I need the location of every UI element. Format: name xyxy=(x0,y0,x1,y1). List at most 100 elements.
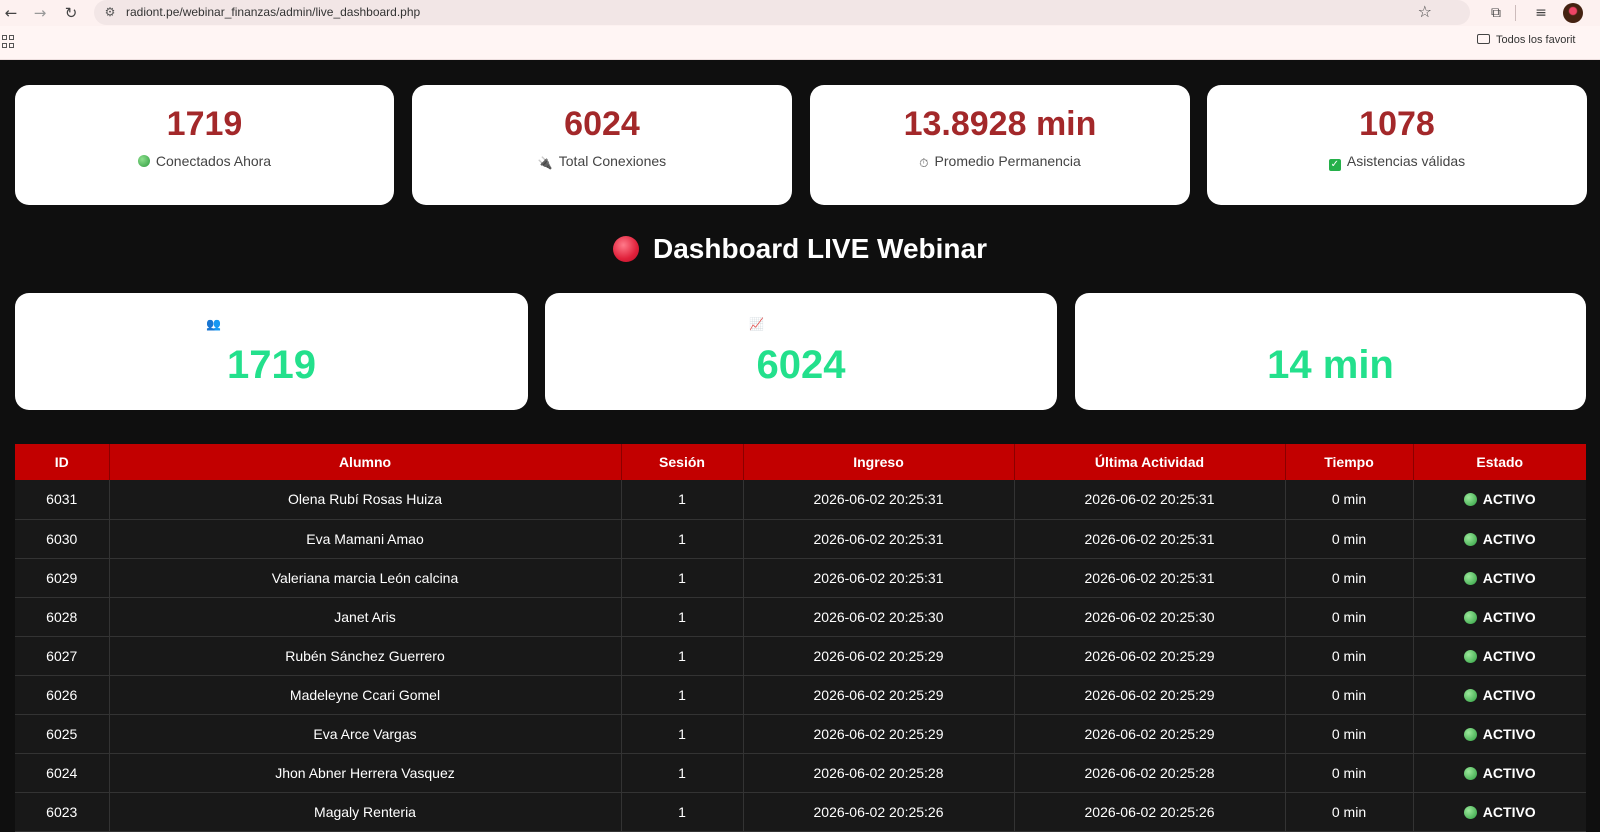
cell-last-activity: 2026-06-02 20:25:31 xyxy=(1014,519,1286,559)
cell-time: 0 min xyxy=(1285,480,1414,520)
url-text[interactable]: radiont.pe/webinar_finanzas/admin/live_d… xyxy=(126,5,420,19)
plug-icon: 🔌 xyxy=(537,156,553,170)
green-circle-icon xyxy=(1463,805,1477,819)
status-badge: ACTIVO xyxy=(1482,764,1536,781)
status-badge: ACTIVO xyxy=(1482,530,1536,547)
column-header-login: Ingreso xyxy=(743,444,1015,480)
stat-value: 13.8928 min xyxy=(903,105,1097,143)
green-circle-icon xyxy=(1463,688,1477,702)
green-circle-icon xyxy=(137,155,150,167)
check-mark-icon: ✓ xyxy=(1328,159,1341,171)
cell-status: ACTIVO xyxy=(1413,753,1586,793)
forward-arrow-icon[interactable]: → xyxy=(30,3,50,23)
cell-status: ACTIVO xyxy=(1413,792,1586,832)
cell-status: ACTIVO xyxy=(1413,558,1586,598)
cell-id: 6030 xyxy=(15,519,110,559)
cell-last-activity: 2026-06-02 20:25:30 xyxy=(1014,597,1286,637)
table-header-row: ID Alumno Sesión Ingreso Última Activida… xyxy=(15,444,1586,480)
bookmarks-folder-label: Todos los favorit xyxy=(1496,34,1576,46)
table-row: 6026 Madeleyne Ccari Gomel 1 2026-06-02 20:… xyxy=(15,675,1586,715)
cell-id: 6024 xyxy=(15,753,110,793)
stat-card-connected: 1719 Conectados Ahora xyxy=(15,85,394,205)
cell-id: 6031 xyxy=(15,480,110,520)
stat-card-average-stay: 13.8928 min ⏱ Promedio Permanencia xyxy=(810,85,1190,205)
bookmarks-bar xyxy=(0,26,1600,60)
table-row: 6030 Eva Mamani Amao 1 2026-06-02 20:25:31 2… xyxy=(15,519,1586,559)
column-header-time: Tiempo xyxy=(1285,444,1414,480)
green-circle-icon xyxy=(1463,493,1477,507)
live-card-average: 14 min xyxy=(1075,293,1586,410)
cell-session: 1 xyxy=(621,480,744,520)
page-title: Dashboard LIVE Webinar xyxy=(0,233,1600,265)
cell-student: Rubén Sánchez Guerrero xyxy=(109,636,622,676)
cell-student: Janet Aris xyxy=(109,597,622,637)
live-card-connections: 📈 6024 xyxy=(545,293,1057,410)
cell-time: 0 min xyxy=(1285,792,1414,832)
green-circle-icon xyxy=(1463,571,1477,585)
cell-student: Magaly Renteria xyxy=(109,792,622,832)
table-row: 6029 Valeriana marcia León calcina 1 2026-0… xyxy=(15,558,1586,598)
cell-session: 1 xyxy=(621,597,744,637)
status-badge: ACTIVO xyxy=(1482,725,1536,742)
red-circle-icon xyxy=(613,236,639,262)
stat-value: 1078 xyxy=(1359,105,1435,143)
media-control-icon[interactable]: ≡ xyxy=(1531,3,1551,23)
reload-icon[interactable]: ↻ xyxy=(61,3,81,23)
cell-status: ACTIVO xyxy=(1413,636,1586,676)
stat-card-total-connections: 6024 🔌 Total Conexiones xyxy=(412,85,792,205)
live-card-value: 6024 xyxy=(756,343,846,387)
address-bar[interactable]: ⚙ radiont.pe/webinar_finanzas/admin/live… xyxy=(94,0,1470,25)
site-settings-icon[interactable]: ⚙ xyxy=(102,4,118,20)
column-header-student: Alumno xyxy=(109,444,622,480)
cell-status: ACTIVO xyxy=(1413,675,1586,715)
cell-login: 2026-06-02 20:25:29 xyxy=(743,714,1015,754)
stat-value: 1719 xyxy=(166,105,243,143)
live-card-value: 14 min xyxy=(1267,343,1394,387)
extensions-icon[interactable]: ⧉ xyxy=(1486,3,1506,23)
profile-avatar[interactable] xyxy=(1563,3,1583,23)
bookmarks-folder[interactable]: Todos los favorit xyxy=(1477,34,1575,46)
green-circle-icon xyxy=(1463,532,1477,546)
table-row: 6023 Magaly Renteria 1 2026-06-02 20:25:26 2… xyxy=(15,792,1586,832)
column-header-session: Sesión xyxy=(621,444,744,480)
cell-session: 1 xyxy=(621,636,744,676)
cell-last-activity: 2026-06-02 20:25:31 xyxy=(1014,558,1286,598)
cell-id: 6027 xyxy=(15,636,110,676)
green-circle-icon xyxy=(1463,766,1477,780)
cell-time: 0 min xyxy=(1285,636,1414,676)
cell-session: 1 xyxy=(621,519,744,559)
cell-student: Eva Arce Vargas xyxy=(109,714,622,754)
cell-login: 2026-06-02 20:25:31 xyxy=(743,480,1015,520)
sessions-table: ID Alumno Sesión Ingreso Última Activida… xyxy=(15,444,1586,832)
status-badge: ACTIVO xyxy=(1482,608,1536,625)
cell-status: ACTIVO xyxy=(1413,714,1586,754)
status-badge: ACTIVO xyxy=(1482,647,1536,664)
cell-login: 2026-06-02 20:25:31 xyxy=(743,519,1015,559)
cell-time: 0 min xyxy=(1285,753,1414,793)
cell-student: Jhon Abner Herrera Vasquez xyxy=(109,753,622,793)
toolbar-divider xyxy=(1515,5,1516,21)
cell-student: Eva Mamani Amao xyxy=(109,519,622,559)
chart-increasing-icon: 📈 xyxy=(749,317,764,331)
browser-toolbar: ← → ↻ ⚙ radiont.pe/webinar_finanzas/admi… xyxy=(0,0,1600,26)
cell-login: 2026-06-02 20:25:28 xyxy=(743,753,1015,793)
bookmark-star-icon[interactable]: ☆ xyxy=(1418,2,1432,21)
stopwatch-icon: ⏱ xyxy=(919,156,929,170)
table-row: 6024 Jhon Abner Herrera Vasquez 1 2026-06-0… xyxy=(15,753,1586,793)
green-circle-icon xyxy=(1463,649,1477,663)
back-arrow-icon[interactable]: ← xyxy=(1,3,21,23)
cell-login: 2026-06-02 20:25:31 xyxy=(743,558,1015,598)
apps-grid-icon[interactable] xyxy=(2,35,16,49)
cell-status: ACTIVO xyxy=(1413,519,1586,559)
stat-value: 6024 xyxy=(564,105,640,143)
cell-id: 6029 xyxy=(15,558,110,598)
cell-id: 6028 xyxy=(15,597,110,637)
stat-label-text: Asistencias válidas xyxy=(1346,153,1466,169)
cell-time: 0 min xyxy=(1285,519,1414,559)
cell-time: 0 min xyxy=(1285,558,1414,598)
status-badge: ACTIVO xyxy=(1482,686,1536,703)
people-icon: 👥 xyxy=(206,317,221,331)
table-row: 6027 Rubén Sánchez Guerrero 1 2026-06-02 20… xyxy=(15,636,1586,676)
stat-label: 🔌 Total Conexiones xyxy=(412,153,792,169)
column-header-status: Estado xyxy=(1413,444,1586,480)
